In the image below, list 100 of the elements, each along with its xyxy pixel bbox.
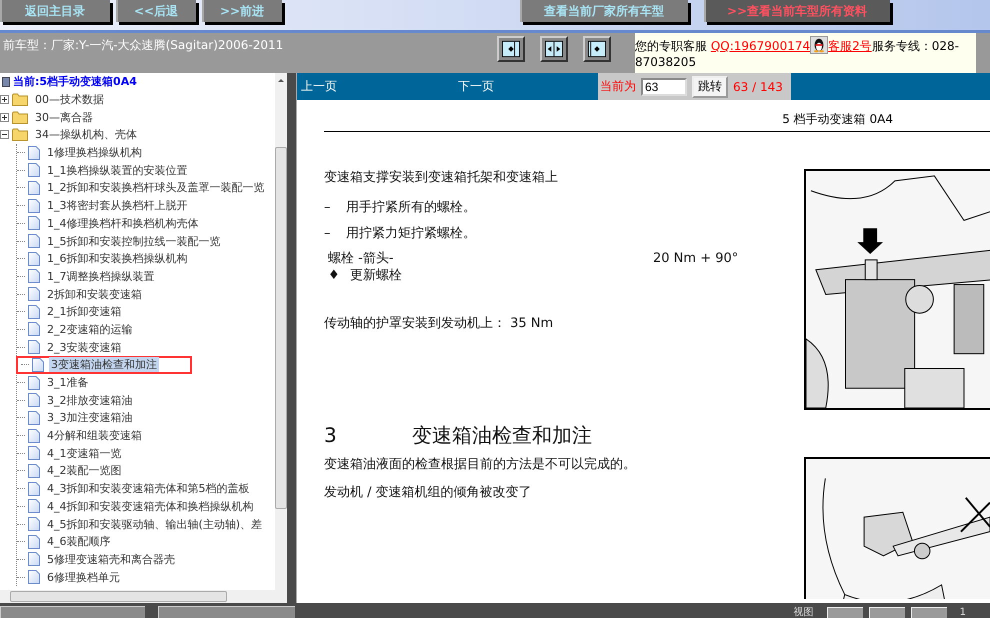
tree-item[interactable]: 1_7调整换档操纵装置 xyxy=(45,268,156,284)
tree-item[interactable]: 1修理换档操纵机构 xyxy=(45,145,144,160)
document-icon xyxy=(28,410,40,425)
document-icon xyxy=(28,534,40,549)
tree-line xyxy=(17,170,25,171)
document-icon xyxy=(28,393,40,408)
tree-item[interactable]: 6修理换档单元 xyxy=(45,570,122,585)
dash-marker: – xyxy=(324,199,332,217)
tree-item[interactable]: 4分解和组装变速箱 xyxy=(45,428,144,444)
book-icon xyxy=(2,76,10,87)
document-icon xyxy=(32,358,44,372)
step-text: 用手拧紧所有的螺栓。 xyxy=(346,199,476,217)
tree-folder[interactable]: 30—离合器 xyxy=(33,110,95,125)
tree-item[interactable]: 1_5拆卸和安装控制拉线一装配一览 xyxy=(45,234,222,249)
tree-item[interactable]: 1_6拆卸和安装换档操纵机构 xyxy=(45,251,190,266)
step-text: 用拧紧力矩拧紧螺栓。 xyxy=(346,225,476,243)
vertical-scrollbar[interactable] xyxy=(275,73,287,590)
tree-item[interactable]: 1_4修理换档杆和换档机构壳体 xyxy=(45,216,200,231)
tree-item[interactable]: 4_2装配一览图 xyxy=(45,463,124,478)
tree-line xyxy=(17,258,25,260)
folder-icon xyxy=(12,93,28,106)
document-icon xyxy=(28,198,40,213)
document-icon xyxy=(28,322,40,336)
tree-item[interactable]: 1_2拆卸和安装换档杆球头及盖罩一装配一览 xyxy=(45,180,266,196)
tree-item[interactable]: 1_1换档操纵装置的安装位置 xyxy=(45,162,190,178)
page-number: 1 xyxy=(960,607,966,618)
paragraph: 变速箱支撑安装到变速箱托架和变速箱上 xyxy=(324,169,559,187)
previous-page-link[interactable]: 上一页 xyxy=(297,78,458,95)
vehicle-model: 前车型：厂家:Y-一汽-大众速腾(Sagitar)2006-2011 xyxy=(2,37,284,54)
next-page-link[interactable]: 下一页 xyxy=(458,78,598,95)
tree-item[interactable]: 4_1变速箱一览 xyxy=(45,446,124,461)
tree-folder[interactable]: 34—操纵机构、壳体 xyxy=(33,127,139,142)
tree-line xyxy=(17,294,25,295)
tree-item[interactable]: 3_2排放变速箱油 xyxy=(45,392,134,408)
tree-line xyxy=(17,382,25,384)
folder-icon xyxy=(12,110,28,124)
dash-marker: – xyxy=(324,225,332,243)
tree-item[interactable]: 3_3加注变速箱油 xyxy=(45,410,134,426)
tree-item[interactable]: 4_4拆卸和安装变速箱壳体和换档操纵机构 xyxy=(45,498,256,514)
document-icon xyxy=(28,499,40,514)
document-icon xyxy=(28,517,40,532)
tree-folder[interactable]: 00—技术数据 xyxy=(33,92,106,108)
paragraph: 发动机 / 变速箱机组的倾角被改变了 xyxy=(324,484,533,502)
document-icon xyxy=(28,304,40,319)
tree-item[interactable]: 4_3拆卸和安装变速箱壳体和第5档的盖板 xyxy=(45,481,252,496)
tree-item[interactable]: 2拆卸和安装变速箱 xyxy=(45,286,144,302)
section-number: 3 xyxy=(324,422,338,448)
tree-item[interactable]: 4_6装配顺序 xyxy=(45,534,112,550)
view-button[interactable] xyxy=(540,36,568,62)
qq-link[interactable]: QQ:1967900174 xyxy=(710,39,810,53)
bullet-marker: ♦ xyxy=(328,267,341,285)
document-icon xyxy=(28,340,40,354)
view-button[interactable] xyxy=(583,36,611,62)
view-button[interactable] xyxy=(497,36,525,62)
page-header: 5 档手动变速箱 0A4 xyxy=(782,111,893,128)
document-icon xyxy=(28,570,40,584)
tree-item[interactable]: 3变速箱油检查和加注 xyxy=(49,357,159,372)
document-icon xyxy=(28,482,40,496)
expand-icon[interactable] xyxy=(0,95,9,104)
folder-icon xyxy=(12,128,28,142)
tree-line xyxy=(17,488,25,490)
tree-item[interactable]: 2_1拆卸变速箱 xyxy=(45,304,124,320)
page-input[interactable]: 63 xyxy=(641,78,687,96)
current-page-label: 当前为 xyxy=(600,78,636,95)
agent-link[interactable]: 客服2号 xyxy=(828,39,872,53)
penguin-icon[interactable] xyxy=(810,36,828,54)
tree-item[interactable]: 2_2变速箱的运输 xyxy=(45,322,134,337)
document-icon xyxy=(28,446,40,460)
tree-item[interactable]: 1_3将密封套从换档杆上脱开 xyxy=(45,198,190,214)
note-text: 更新螺栓 xyxy=(350,267,402,285)
document-icon xyxy=(28,464,40,478)
document-icon xyxy=(28,287,40,302)
expand-icon[interactable] xyxy=(0,112,9,122)
tree-line xyxy=(17,400,25,401)
collapse-icon[interactable] xyxy=(0,130,9,140)
spec-label: 螺栓 -箭头- xyxy=(328,251,395,267)
document-icon xyxy=(28,269,40,284)
horizontal-scrollbar[interactable] xyxy=(0,590,287,603)
tree-line xyxy=(17,276,25,277)
contact-info: 您的专职客服 QQ:1967900174 客服2号服务专线：028-87038205 xyxy=(635,33,976,73)
tree-item[interactable]: 2_3安装变速箱 xyxy=(45,340,124,355)
paragraph: 变速箱油液面的检查根据目前的方法是不可以完成的。 xyxy=(324,456,637,474)
tree-item[interactable]: 5修理变速箱壳和离合器壳 xyxy=(45,552,177,567)
split-view-icon xyxy=(545,40,563,58)
page-view-icon xyxy=(588,40,606,58)
section-title: 变速箱油检查和加注 xyxy=(412,422,592,448)
tree-title: 当前:5档手动变速箱0A4 xyxy=(13,74,137,90)
tree-line xyxy=(17,470,25,472)
tree-line xyxy=(17,524,25,525)
tree-line xyxy=(17,506,25,507)
document-icon xyxy=(28,252,40,266)
document-icon xyxy=(28,552,40,566)
page-view-icon xyxy=(502,40,520,58)
tree-item[interactable]: 4_5拆卸和安装驱动轴、输出轴(主动轴)、差 xyxy=(45,516,264,532)
go-button[interactable]: 跳转 xyxy=(692,76,728,98)
document-icon xyxy=(28,216,40,230)
document-icon xyxy=(28,376,40,390)
tree-line xyxy=(21,364,29,366)
tree-line xyxy=(17,152,25,154)
tree-item[interactable]: 3_1准备 xyxy=(45,375,90,390)
